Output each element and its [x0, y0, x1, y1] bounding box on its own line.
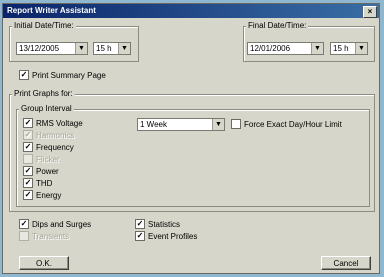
- final-date-select[interactable]: 12/01/2006 ▼: [247, 42, 324, 55]
- graph-power-label: Power: [36, 166, 59, 176]
- transients-checkbox[interactable]: Transients: [19, 231, 69, 241]
- initial-datetime-label: Initial Date/Time:: [12, 21, 76, 30]
- interval-select[interactable]: 1 Week ▼: [137, 118, 225, 131]
- force-exact-label: Force Exact Day/Hour Limit: [244, 119, 342, 129]
- final-datetime-label: Final Date/Time:: [246, 21, 309, 30]
- transients-label: Transients: [32, 231, 70, 241]
- checkbox-empty: [19, 231, 29, 241]
- checkbox-empty: [231, 119, 241, 129]
- check-icon: ✓: [23, 118, 33, 128]
- statistics-checkbox[interactable]: ✓ Statistics: [135, 219, 180, 229]
- check-icon: ✓: [23, 166, 33, 176]
- dips-surges-checkbox[interactable]: ✓ Dips and Surges: [19, 219, 91, 229]
- close-button[interactable]: ×: [363, 6, 377, 18]
- group-interval-group: Group Interval ✓ RMS Voltage ✓ Harmonics…: [16, 104, 370, 207]
- initial-date-value: 13/12/2005: [19, 44, 60, 53]
- final-date-value: 12/01/2006: [250, 44, 291, 53]
- final-hour-value: 15 h: [333, 44, 349, 53]
- cancel-button[interactable]: Cancel: [321, 256, 371, 270]
- graph-harmonics-label: Harmonics: [36, 130, 75, 140]
- initial-hour-value: 15 h: [96, 44, 112, 53]
- graph-frequency-checkbox[interactable]: ✓ Frequency: [23, 142, 74, 152]
- initial-datetime-group: Initial Date/Time: 13/12/2005 ▼ 15 h ▼: [9, 21, 139, 62]
- check-icon: ✓: [23, 190, 33, 200]
- print-graphs-label: Print Graphs for:: [12, 89, 75, 98]
- chevron-down-icon[interactable]: ▼: [118, 43, 130, 54]
- graph-harmonics-checkbox[interactable]: ✓ Harmonics: [23, 130, 74, 140]
- graph-rms-voltage-checkbox[interactable]: ✓ RMS Voltage: [23, 118, 83, 128]
- summary-page-checkbox[interactable]: ✓ Print Summary Page: [19, 70, 106, 80]
- graph-flicker-checkbox[interactable]: Flicker: [23, 154, 60, 164]
- graph-energy-checkbox[interactable]: ✓ Energy: [23, 190, 61, 200]
- chevron-down-icon[interactable]: ▼: [212, 119, 224, 130]
- event-profiles-checkbox[interactable]: ✓ Event Profiles: [135, 231, 197, 241]
- check-icon: ✓: [135, 219, 145, 229]
- print-graphs-group: Print Graphs for: Group Interval ✓ RMS V…: [9, 89, 375, 212]
- chevron-down-icon[interactable]: ▼: [311, 43, 323, 54]
- check-icon: ✓: [135, 231, 145, 241]
- statistics-label: Statistics: [148, 219, 181, 229]
- check-icon: ✓: [19, 219, 29, 229]
- graph-energy-label: Energy: [36, 190, 62, 200]
- group-interval-label: Group Interval: [19, 104, 74, 113]
- check-icon: ✓: [23, 178, 33, 188]
- event-profiles-label: Event Profiles: [148, 231, 198, 241]
- graph-flicker-label: Flicker: [36, 154, 60, 164]
- initial-date-select[interactable]: 13/12/2005 ▼: [16, 42, 88, 55]
- check-icon: ✓: [23, 142, 33, 152]
- graph-thd-label: THD: [36, 178, 53, 188]
- chevron-down-icon[interactable]: ▼: [75, 43, 87, 54]
- check-icon: ✓: [23, 130, 33, 140]
- title-bar: Report Writer Assistant ×: [3, 4, 379, 18]
- checkbox-empty: [23, 154, 33, 164]
- report-writer-dialog: Report Writer Assistant × Initial Date/T…: [2, 3, 380, 274]
- chevron-down-icon[interactable]: ▼: [355, 43, 367, 54]
- summary-page-label: Print Summary Page: [32, 70, 106, 80]
- check-icon: ✓: [19, 70, 29, 80]
- force-exact-checkbox[interactable]: Force Exact Day/Hour Limit: [231, 119, 342, 129]
- graph-thd-checkbox[interactable]: ✓ THD: [23, 178, 52, 188]
- dialog-title: Report Writer Assistant: [7, 6, 96, 15]
- interval-value: 1 Week: [140, 120, 167, 129]
- graph-power-checkbox[interactable]: ✓ Power: [23, 166, 59, 176]
- final-datetime-group: Final Date/Time: 12/01/2006 ▼ 15 h ▼: [243, 21, 375, 62]
- final-hour-select[interactable]: 15 h ▼: [330, 42, 368, 55]
- initial-hour-select[interactable]: 15 h ▼: [93, 42, 131, 55]
- graph-frequency-label: Frequency: [36, 142, 74, 152]
- graph-rms-voltage-label: RMS Voltage: [36, 118, 83, 128]
- dips-surges-label: Dips and Surges: [32, 219, 92, 229]
- ok-button[interactable]: O.K.: [19, 256, 69, 270]
